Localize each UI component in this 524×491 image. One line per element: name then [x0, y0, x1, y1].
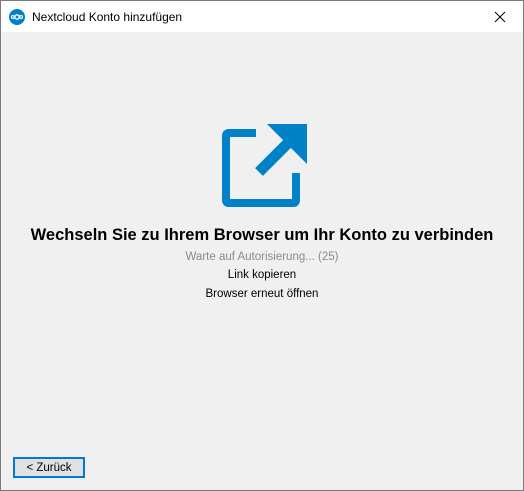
reopen-browser-row: Browser erneut öffnen: [1, 286, 523, 302]
content-area: Wechseln Sie zu Ihrem Browser um Ihr Kon…: [1, 32, 523, 490]
page-title: Wechseln Sie zu Ihrem Browser um Ihr Kon…: [30, 226, 494, 244]
window-title: Nextcloud Konto hinzufügen: [32, 10, 183, 24]
back-button[interactable]: < Zurück: [13, 457, 85, 478]
reopen-browser-button[interactable]: Browser erneut öffnen: [206, 288, 319, 300]
copy-link-row: Link kopieren: [1, 267, 523, 283]
close-icon: [494, 11, 506, 23]
open-external-icon: [222, 123, 308, 207]
copy-link-button[interactable]: Link kopieren: [228, 269, 296, 281]
authorization-status: Warte auf Autorisierung... (25): [185, 251, 339, 263]
dialog-window: Nextcloud Konto hinzufügen Wechseln Sie …: [0, 0, 524, 491]
nextcloud-logo-icon: [9, 9, 25, 25]
title-bar[interactable]: Nextcloud Konto hinzufügen: [1, 1, 523, 32]
close-button[interactable]: [477, 1, 523, 32]
